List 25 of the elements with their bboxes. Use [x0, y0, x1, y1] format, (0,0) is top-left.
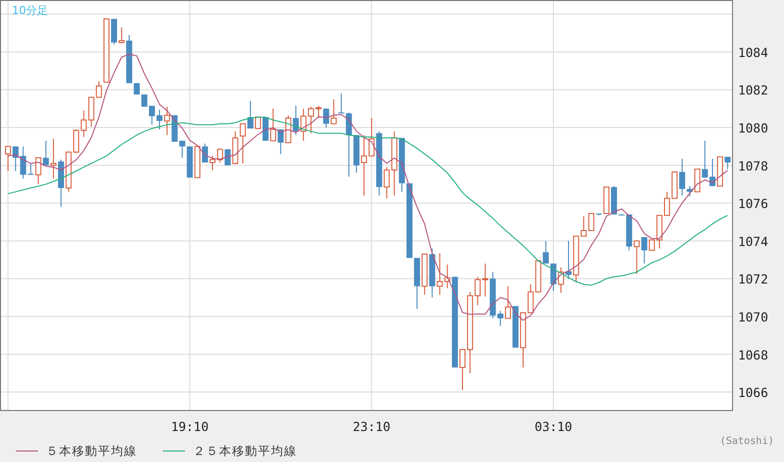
candlestick [156, 109, 162, 130]
chart-title: 10分足 [12, 4, 48, 17]
x-axis-label: 03:10 [534, 419, 572, 434]
y-axis-label: 1078 [738, 158, 768, 174]
y-axis-label: 1066 [738, 385, 768, 400]
legend-label: ５本移動平均線 [46, 442, 137, 460]
y-axis-label: 1080 [738, 120, 768, 136]
y-axis-label: 1074 [738, 234, 768, 249]
x-axis-label: 19:10 [170, 419, 209, 434]
candlestick [512, 306, 518, 348]
legend-line-icon [163, 449, 185, 453]
y-axis-label: 1076 [738, 196, 768, 212]
y-axis-label: 1084 [738, 44, 768, 60]
y-axis-label: 1072 [738, 272, 768, 287]
legend-label: ２５本移動平均線 [193, 442, 297, 460]
candlestick [5, 146, 11, 172]
y-axis-label: 1070 [738, 309, 768, 324]
y-axis-label: 1082 [738, 82, 768, 98]
legend-line-icon [16, 449, 38, 453]
candlestick [460, 349, 466, 391]
y-axis-label: 1068 [738, 347, 768, 362]
x-axis-label: 23:10 [352, 419, 390, 434]
candlestick [664, 191, 670, 216]
credit-text: (Satoshi) [720, 436, 774, 447]
candlestick [308, 106, 314, 134]
